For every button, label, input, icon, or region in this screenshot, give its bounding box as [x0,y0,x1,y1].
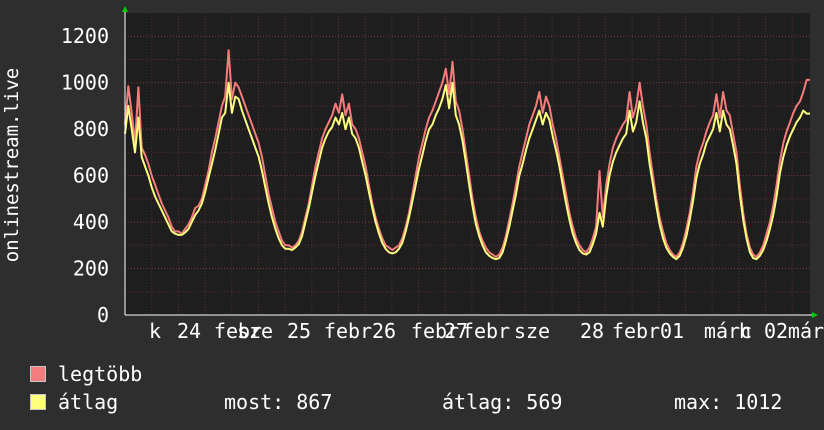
x-tick-label: febr [462,319,510,343]
x-tick-label: sze [237,319,273,343]
x-tick-label: 02 [764,319,788,343]
legend-item-max: legtöbb [30,360,820,388]
y-tick-label: 400 [73,210,109,234]
x-tick-label: febr [612,319,660,343]
legend-label-avg: átlag [58,390,119,414]
y-tick-label: 1200 [61,24,109,48]
y-tick-label: 800 [73,117,109,141]
legend-label-max: legtöbb [58,362,143,386]
x-tick-label: k [149,319,161,343]
y-axis-arrow [122,6,128,12]
stat-now: most: 867 [224,390,333,414]
y-axis-title: onlinestream.live [1,68,23,262]
x-tick-label: márc [788,319,824,343]
x-tick-label: sze [514,319,550,343]
x-tick-label: febr [324,319,372,343]
legend-swatch-max [30,366,46,382]
legend: legtöbb átlag most: 867 átlag: 569 max: … [30,360,820,416]
x-tick-label: 25 [287,319,311,343]
y-tick-label: 200 [73,257,109,281]
y-tick-label: 1000 [61,71,109,95]
stat-average: átlag: 569 [442,390,563,414]
legend-item-avg: átlag most: 867 átlag: 569 max: 1012 [30,388,820,416]
legend-swatch-avg [30,394,46,410]
x-tick-labels: k 24 febrsze 25 febr 26 febr27febr sze 28 febr 01 m… [149,319,824,343]
x-tick-label: h [739,319,751,343]
x-tick-label: 28 [580,319,604,343]
y-tick-label: 0 [97,303,109,327]
y-tick-labels: 0 200 400 600 800 1000 1200 [61,24,109,327]
y-tick-label: 600 [73,164,109,188]
x-tick-label: 01 [660,319,684,343]
x-axis-arrow [812,312,818,318]
x-tick-label: 24 [177,319,201,343]
stat-max: max: 1012 [674,390,783,414]
x-tick-label: 26 [372,319,396,343]
